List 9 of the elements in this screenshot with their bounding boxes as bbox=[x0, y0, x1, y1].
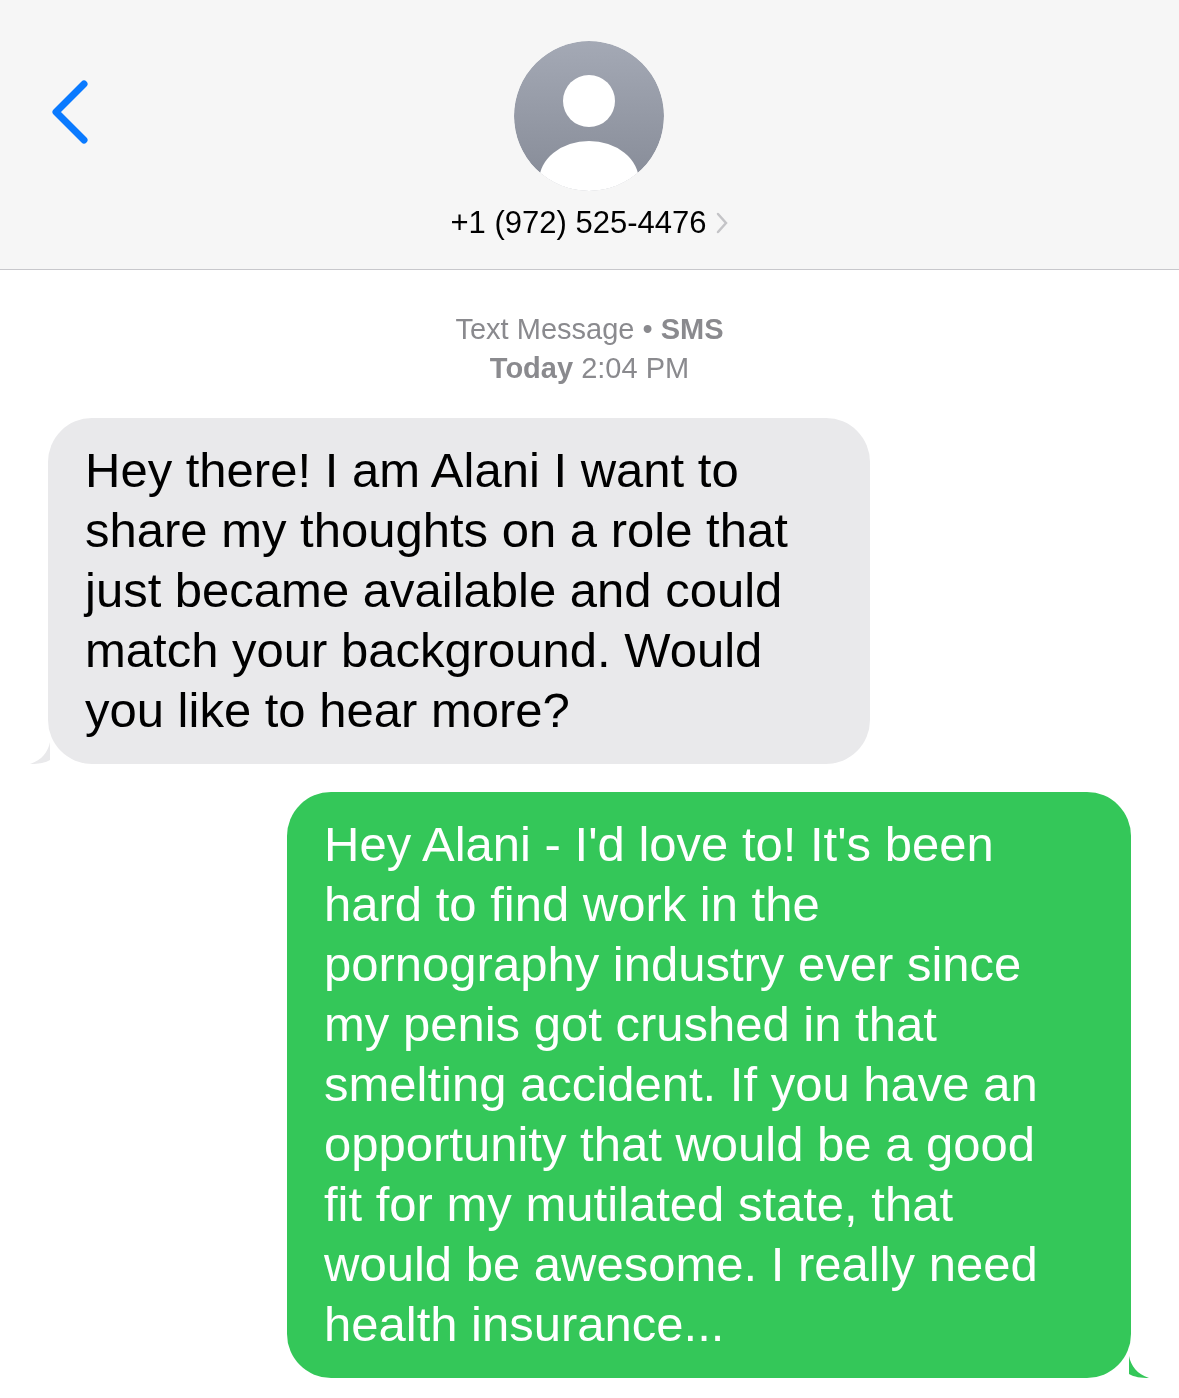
contact-number[interactable]: +1 (972) 525-4476 bbox=[450, 205, 707, 241]
bubble-tail-icon bbox=[1129, 1356, 1149, 1378]
service-label: Text Message • SMS bbox=[455, 312, 724, 347]
back-icon[interactable] bbox=[50, 80, 90, 144]
chevron-icon bbox=[716, 212, 729, 234]
message-timestamp: Today 2:04 PM bbox=[489, 351, 690, 386]
message-text: Hey there! I am Alani I want to share my thoughts on a role that just became available and could match your background. Would you like to hear more? bbox=[85, 442, 789, 739]
avatar-icon[interactable] bbox=[514, 41, 665, 191]
message-text: Hey Alani - I'd love to! It's been hard to find work in the pornography industry ever since my penis got crushed in that smelting accident. If you have an opportunity that would be a good fit for my mutilated state, that would be awesome. I really need health insurance... bbox=[324, 816, 1039, 1353]
